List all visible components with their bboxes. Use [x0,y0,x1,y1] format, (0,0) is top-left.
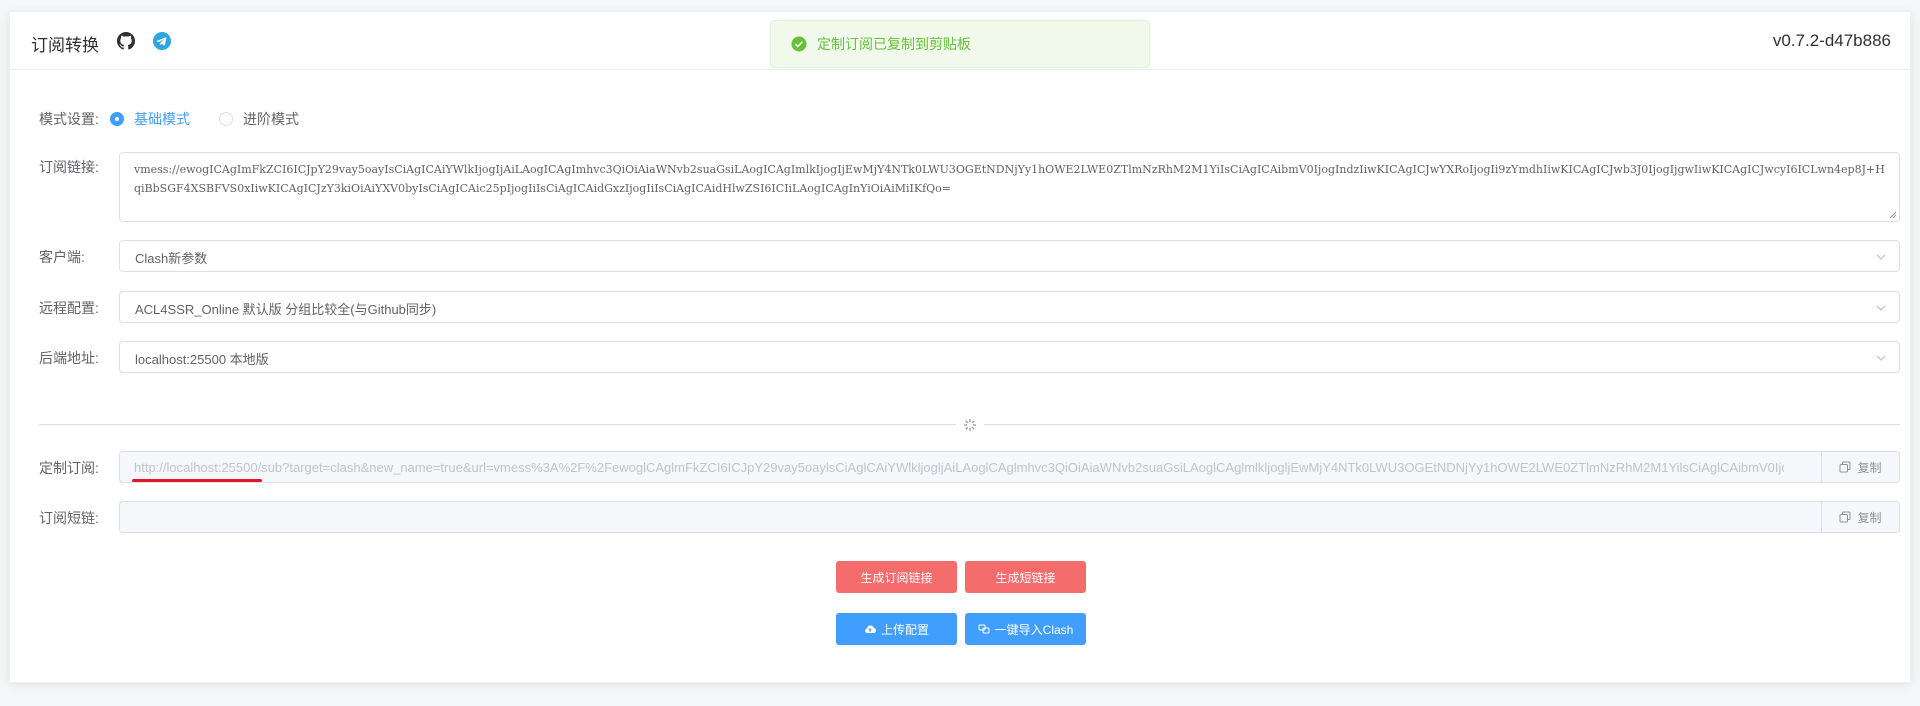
backend-select[interactable]: localhost:25500 本地版 [119,341,1900,373]
copy-icon [1839,461,1851,473]
remote-config-select-value: ACL4SSR_Online 默认版 分组比较全(与Github同步) [135,302,437,317]
copy-short-link-label: 复制 [1857,510,1882,525]
import-icon [978,624,990,634]
client-select[interactable]: Clash新参数 [119,240,1900,272]
backend-select-value: localhost:25500 本地版 [135,352,269,367]
generate-sub-button[interactable]: 生成订阅链接 [836,561,957,593]
success-check-icon [791,36,807,52]
generate-short-label: 生成短链接 [995,570,1056,585]
radio-basic-mode[interactable]: 基础模式 [110,109,190,129]
subscription-textarea[interactable]: vmess://ewogICAgImFkZCI6ICJpY29vay5oayIs… [119,152,1900,222]
upload-config-button[interactable]: 上传配置 [836,613,957,645]
upload-config-label: 上传配置 [880,622,929,637]
mode-label: 模式设置: [39,111,99,127]
copy-icon [1839,511,1851,523]
github-icon[interactable] [117,32,135,50]
generate-sub-label: 生成订阅链接 [860,570,933,585]
backend-label: 后端地址: [39,350,99,366]
remote-config-label: 远程配置: [39,300,99,316]
import-clash-button[interactable]: 一键导入Clash [965,613,1086,645]
client-label: 客户端: [39,249,85,265]
custom-sub-text: http://localhost:25500/sub?target=clash&… [134,460,1784,475]
import-clash-label: 一键导入Clash [994,622,1074,637]
mode-row: 模式设置: 基础模式 进阶模式 [10,106,1910,128]
radio-advanced-dot[interactable] [219,112,233,126]
telegram-icon[interactable] [153,32,171,50]
radio-basic-dot[interactable] [110,112,124,126]
subscription-label: 订阅链接: [39,159,99,175]
resize-grip-icon[interactable] [1889,211,1897,219]
toast-message: 定制订阅已复制到剪贴板 [817,36,971,52]
custom-sub-label: 定制订阅: [39,460,99,476]
client-select-value: Clash新参数 [135,251,208,266]
short-link-label: 订阅短链: [39,510,99,526]
annotation-underline [132,479,262,482]
chevron-down-icon [1876,254,1886,260]
chevron-down-icon [1876,305,1886,311]
version-label: v0.7.2-d47b886 [1772,31,1891,50]
custom-sub-input[interactable]: http://localhost:25500/sub?target=clash&… [119,451,1900,483]
remote-config-select[interactable]: ACL4SSR_Online 默认版 分组比较全(与Github同步) [119,291,1900,323]
copy-short-link-button[interactable]: 复制 [1821,502,1899,532]
short-link-input[interactable]: 复制 [119,501,1900,533]
copy-custom-sub-label: 复制 [1857,460,1882,475]
success-toast: 定制订阅已复制到剪贴板 [770,20,1150,68]
generate-short-button[interactable]: 生成短链接 [965,561,1086,593]
divider-icon-wrap [956,416,984,434]
main-card: 订阅转换 v0.7.2-d47b886 模式设置: 基础模式 进阶模式 订阅链接… [9,11,1911,683]
copy-custom-sub-button[interactable]: 复制 [1821,452,1899,482]
cloud-upload-icon [865,625,876,634]
radio-advanced-mode[interactable]: 进阶模式 [219,109,299,129]
magic-icon [964,419,976,431]
app-title: 订阅转换 [31,36,99,55]
radio-advanced-label: 进阶模式 [243,111,299,127]
chevron-down-icon [1876,355,1886,361]
subscription-text: vmess://ewogICAgImFkZCI6ICJpY29vay5oayIs… [134,163,1885,195]
radio-basic-label: 基础模式 [134,111,190,127]
